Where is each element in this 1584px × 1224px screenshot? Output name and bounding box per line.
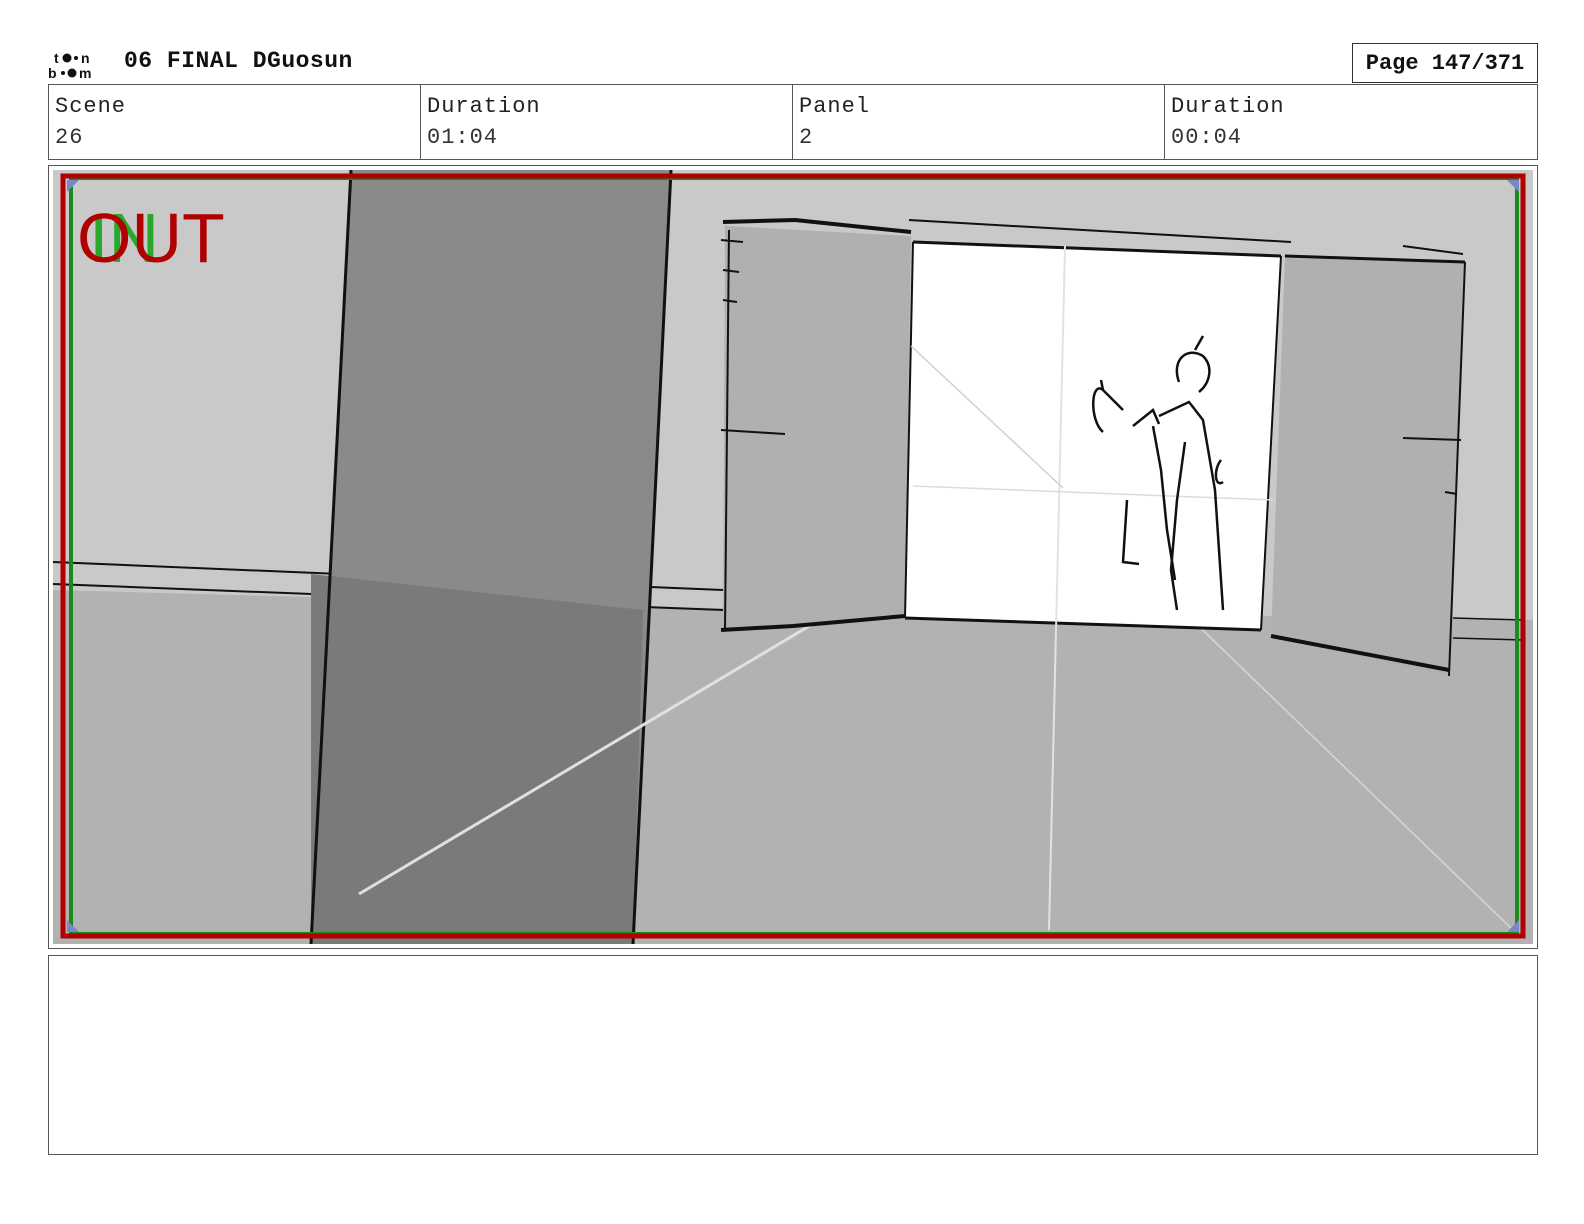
scene-value: 26 (55, 125, 84, 150)
out-marker: OUT (77, 199, 225, 277)
project-title: 06 FINAL DGuosun (124, 48, 353, 74)
page-header: t n b m 06 FINAL DGuosun Page 147/371 (48, 40, 1538, 84)
scene-cell: Scene 26 (49, 85, 421, 159)
panel-duration-cell: Duration 00:04 (1165, 85, 1537, 159)
panel-label: Panel (799, 94, 871, 119)
panel-cell: Panel 2 (793, 85, 1165, 159)
panel-value: 2 (799, 125, 814, 150)
panel-duration-label: Duration (1171, 94, 1285, 119)
notes-box (48, 955, 1538, 1155)
window (905, 242, 1281, 630)
panel-duration-value: 00:04 (1171, 125, 1243, 150)
page-number: Page 147/371 (1352, 43, 1538, 83)
scene-label: Scene (55, 94, 127, 119)
svg-text:n: n (81, 50, 90, 66)
svg-text:b: b (48, 65, 57, 80)
scene-duration-value: 01:04 (427, 125, 499, 150)
scene-duration-label: Duration (427, 94, 541, 119)
svg-text:t: t (54, 50, 59, 66)
scene-duration-cell: Duration 01:04 (421, 85, 793, 159)
svg-text:m: m (79, 65, 91, 80)
panel-drawing: IN OUT (53, 170, 1533, 944)
scene-info-table: Scene 26 Duration 01:04 Panel 2 Duration… (48, 84, 1538, 160)
toon-boom-logo: t n b m (48, 50, 91, 80)
left-door (723, 226, 911, 632)
storyboard-panel: IN OUT (48, 165, 1538, 949)
right-door (1271, 258, 1465, 676)
